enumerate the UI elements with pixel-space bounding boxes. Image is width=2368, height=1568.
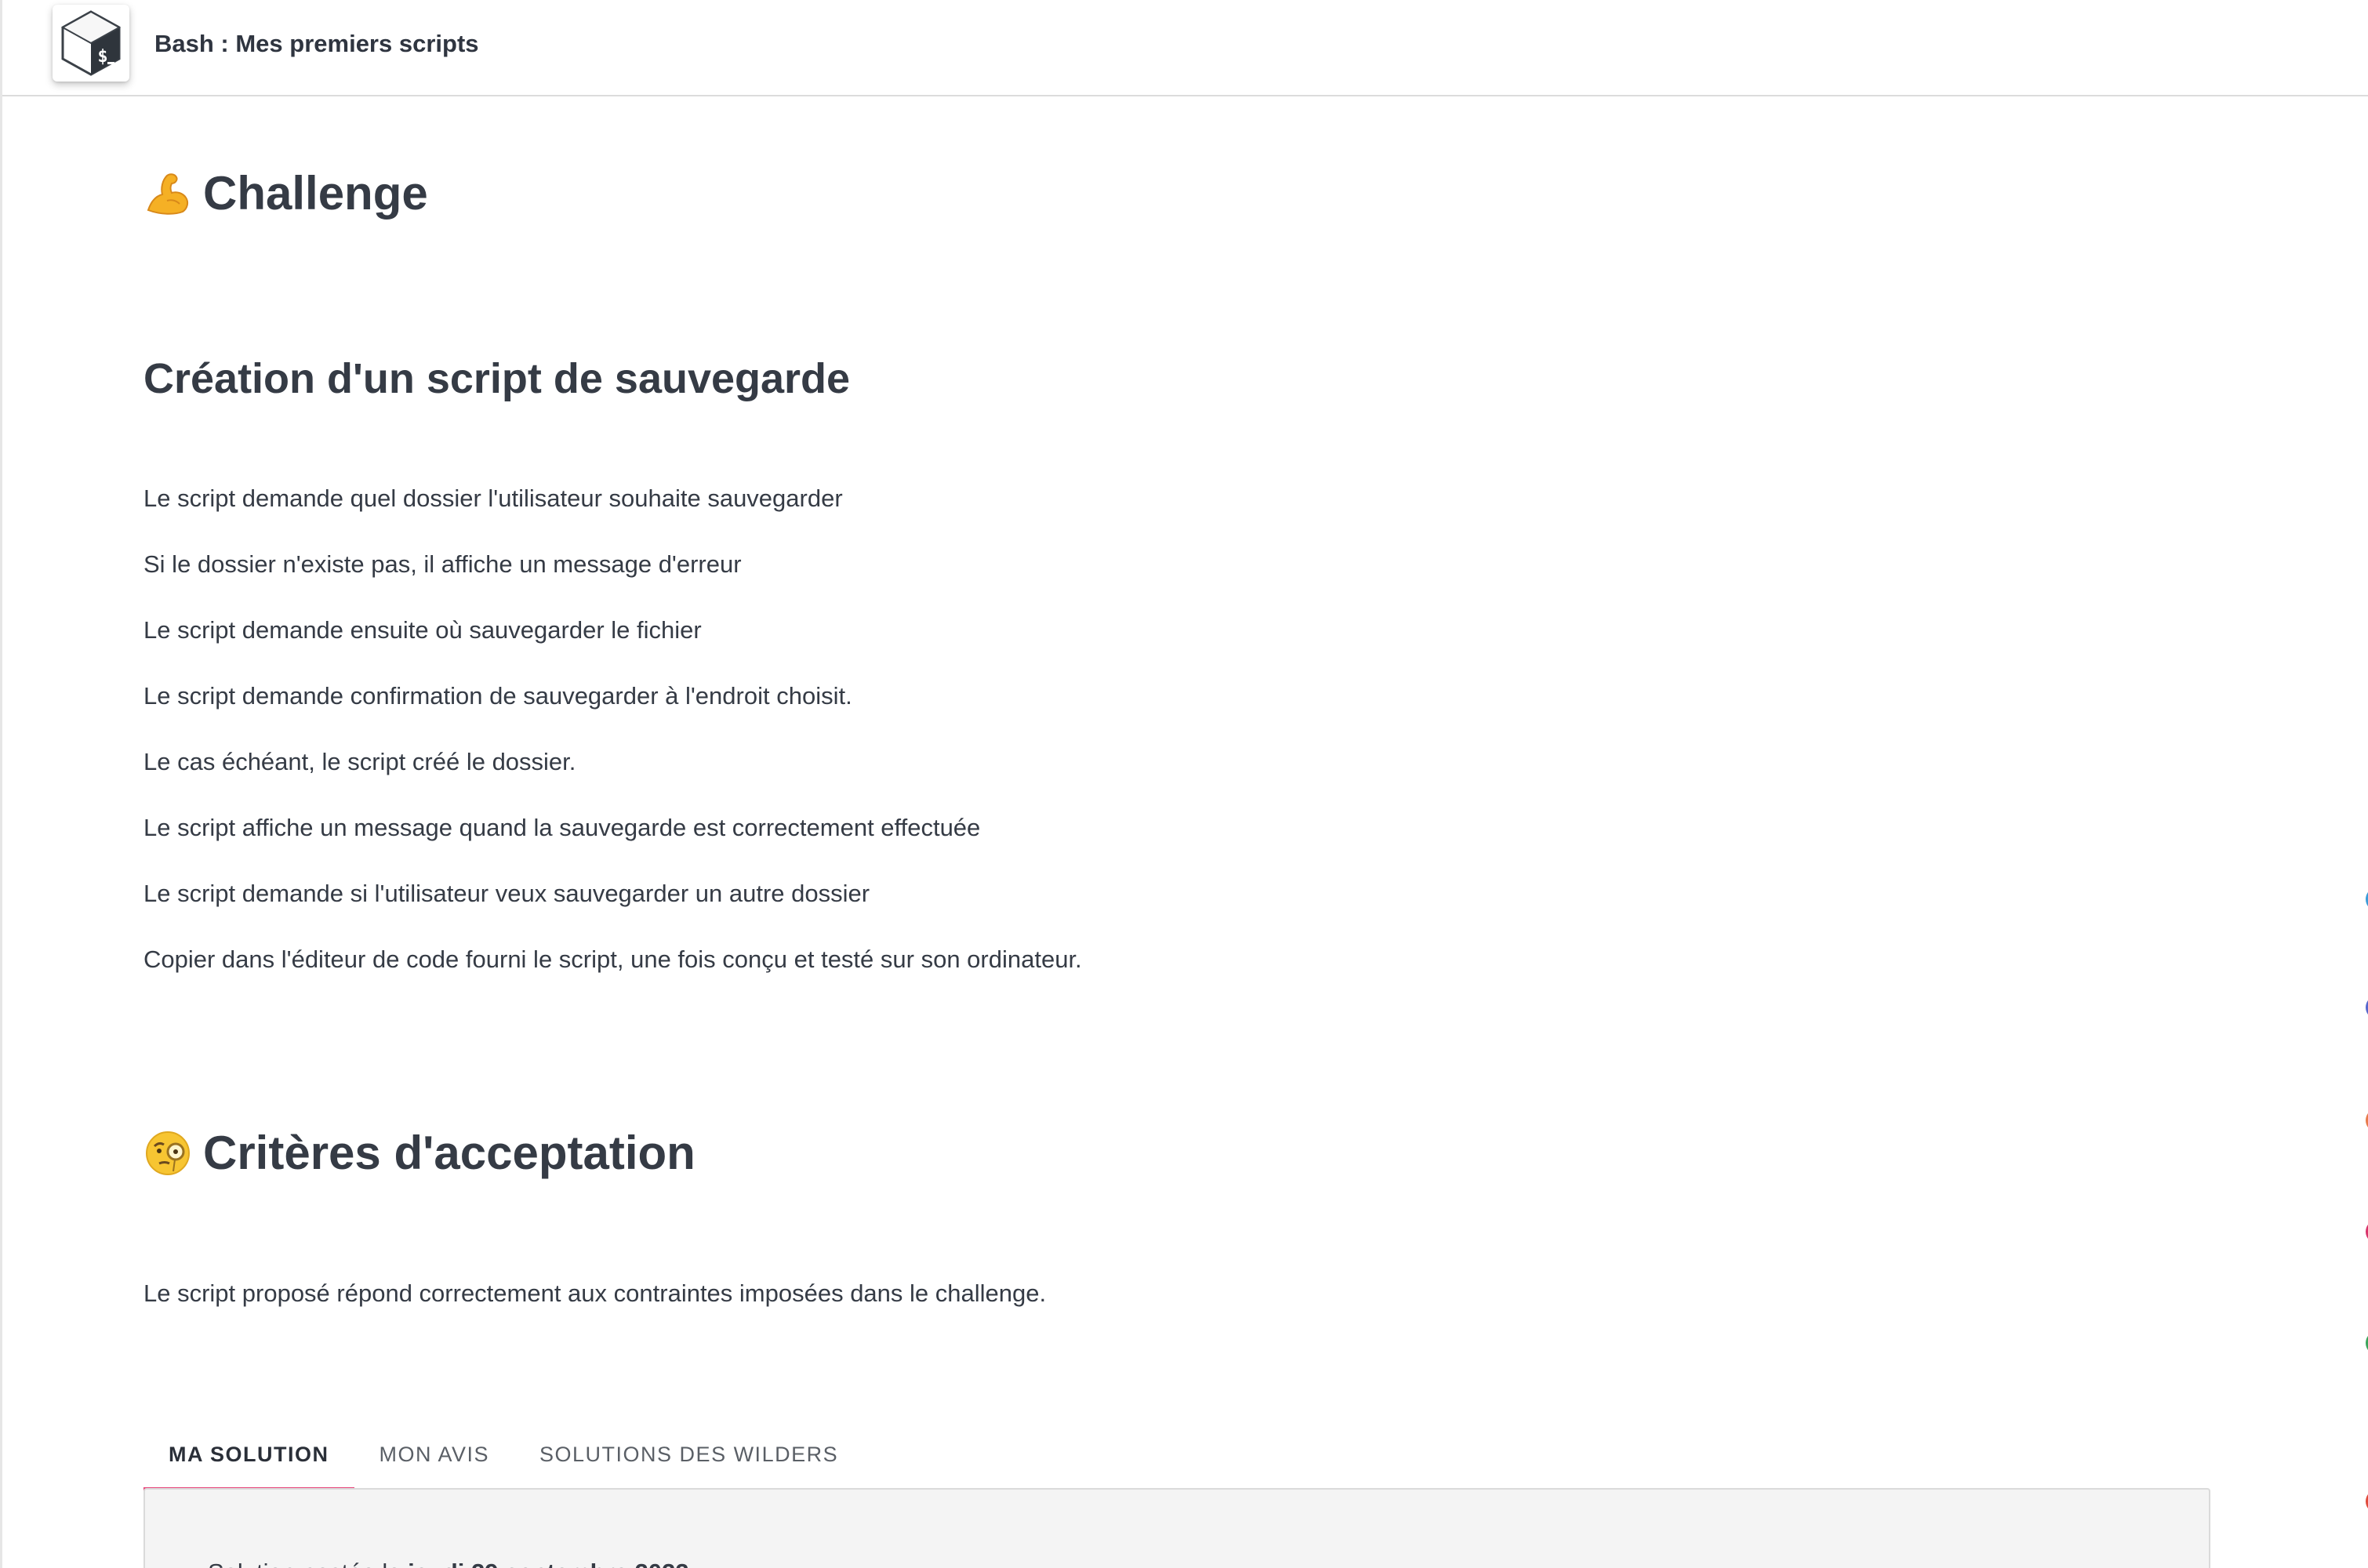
challenge-step: Le script demande confirmation de sauveg… xyxy=(143,682,852,710)
solution-posted-label: Solution postée le xyxy=(208,1559,408,1568)
tab-my-review[interactable]: MON AVIS xyxy=(354,1419,515,1490)
criteria-text: Le script proposé répond correctement au… xyxy=(143,1279,1047,1307)
page: $ Bash : Mes premiers scripts Challenge … xyxy=(0,0,2368,1568)
tab-wilders-solutions[interactable]: SOLUTIONS DES WILDERS xyxy=(514,1419,863,1490)
challenge-step: Le script affiche un message quand la sa… xyxy=(143,814,981,841)
challenge-step: Si le dossier n'existe pas, il affiche u… xyxy=(143,550,742,578)
criteria-heading: Critères d'acceptation xyxy=(143,1126,696,1180)
challenge-title: Création d'un script de sauvegarde xyxy=(143,355,851,402)
challenge-step: Le script demande si l'utilisateur veux … xyxy=(143,880,870,907)
tab-my-solution[interactable]: MA SOLUTION xyxy=(143,1419,354,1491)
solution-panel: Solution postée le jeudi 29 septembre 20… xyxy=(143,1488,2210,1568)
page-title: Bash : Mes premiers scripts xyxy=(154,30,479,57)
svg-text:$: $ xyxy=(97,47,107,67)
flexed-biceps-icon xyxy=(143,169,192,218)
bash-logo-icon[interactable]: $ xyxy=(53,5,129,82)
top-header: $ Bash : Mes premiers scripts xyxy=(2,0,2368,96)
challenge-heading: Challenge xyxy=(143,166,428,220)
solution-posted-date: Solution postée le jeudi 29 septembre 20… xyxy=(208,1559,689,1568)
challenge-heading-text: Challenge xyxy=(203,167,428,220)
challenge-step: Le script demande ensuite où sauvegarder… xyxy=(143,616,702,644)
challenge-step: Copier dans l'éditeur de code fourni le … xyxy=(143,946,1082,973)
criteria-heading-text: Critères d'acceptation xyxy=(203,1127,696,1179)
solution-tabs: MA SOLUTION MON AVIS SOLUTIONS DES WILDE… xyxy=(143,1419,863,1491)
face-with-monocle-icon xyxy=(143,1129,192,1178)
challenge-step: Le script demande quel dossier l'utilisa… xyxy=(143,485,843,512)
solution-posted-date-value: jeudi 29 septembre 2022 xyxy=(408,1559,688,1568)
challenge-step: Le cas échéant, le script créé le dossie… xyxy=(143,748,576,775)
